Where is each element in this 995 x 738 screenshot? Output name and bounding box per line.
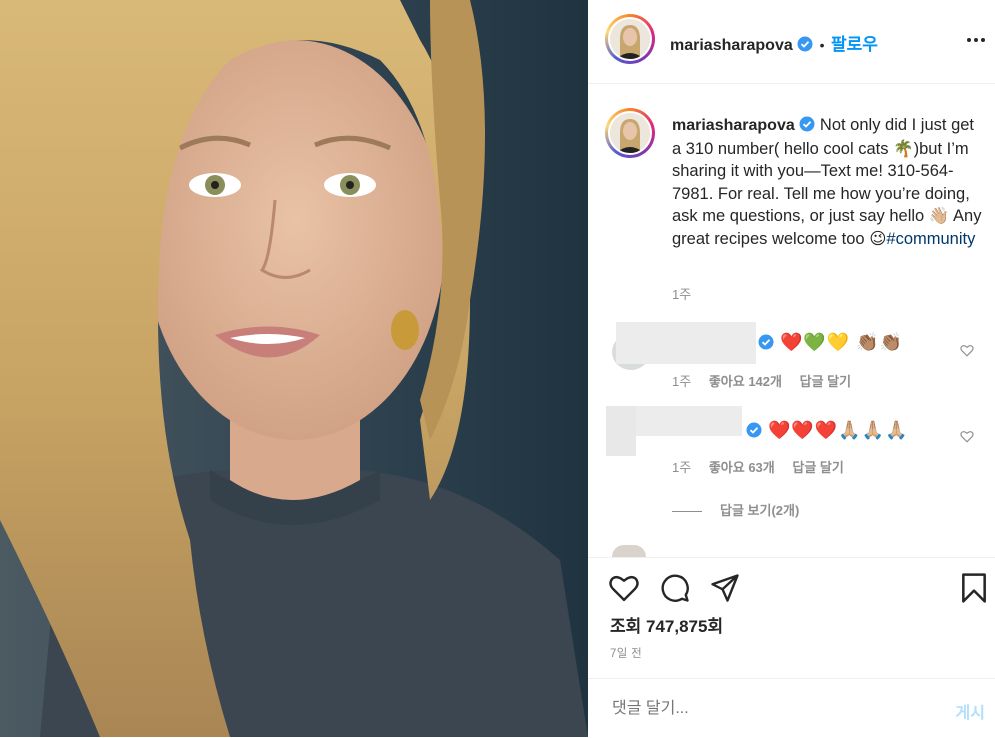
author-avatar[interactable] <box>605 14 655 64</box>
next-comment-avatar-partial <box>612 545 646 557</box>
view-replies-button[interactable]: 답글 보기(2개) <box>672 500 799 519</box>
post-side-panel: mariasharapova • 팔로우 mariasharapova Not … <box>588 0 995 737</box>
header-separator: • <box>819 37 825 53</box>
commenter-avatar-blurred[interactable] <box>606 406 636 456</box>
view-replies-line <box>672 511 702 513</box>
verified-badge-icon <box>758 334 774 350</box>
comment-time[interactable]: 1주 <box>672 374 691 389</box>
follow-button[interactable]: 팔로우 <box>831 35 878 54</box>
more-options-icon[interactable] <box>966 36 986 44</box>
comment-emojis: ❤️❤️❤️🙏🏼🙏🏼🙏🏼 <box>768 420 909 440</box>
add-comment-section: 게시 <box>588 678 995 738</box>
comment-emojis: ❤️💚💛 👏🏽👏🏽 <box>780 332 904 352</box>
like-heart-icon[interactable] <box>609 574 639 602</box>
view-count[interactable]: 조회 747,875회 <box>610 612 723 637</box>
caption-username[interactable]: mariasharapova <box>672 117 795 134</box>
posted-time[interactable]: 7일 전 <box>610 645 642 661</box>
post-comment-button[interactable]: 게시 <box>956 699 985 723</box>
palm-tree-emoji-icon: 🌴 <box>893 139 914 158</box>
hashtag-link[interactable]: #community <box>886 230 975 248</box>
commenter-name-blurred[interactable] <box>616 322 756 364</box>
post-header: mariasharapova • 팔로우 <box>588 0 995 84</box>
comment-input[interactable] <box>610 699 914 719</box>
verified-badge-icon <box>799 116 815 132</box>
commenter-name-blurred[interactable] <box>636 406 742 436</box>
caption-author-avatar[interactable] <box>605 108 655 158</box>
waving-hand-emoji-icon: 👋🏼 <box>928 207 950 225</box>
comment-bubble-icon[interactable] <box>660 573 690 603</box>
comment-likes[interactable]: 좋아요 142개 <box>709 374 782 389</box>
winking-face-emoji-icon: 😉 <box>869 229 887 248</box>
comment-likes[interactable]: 좋아요 63개 <box>709 460 775 475</box>
caption-time[interactable]: 1주 <box>672 284 691 303</box>
share-paper-plane-icon[interactable] <box>710 573 740 603</box>
post-caption: mariasharapova Not only did I just get a… <box>672 114 982 250</box>
verified-badge-icon <box>746 422 762 438</box>
view-replies-label: 답글 보기(2개) <box>720 503 800 518</box>
post-video[interactable] <box>0 0 588 737</box>
verified-badge-icon <box>797 36 813 52</box>
comment-reply-button[interactable]: 답글 달기 <box>800 374 851 389</box>
save-bookmark-icon[interactable] <box>960 572 988 604</box>
avatar-photo-icon <box>610 19 650 59</box>
comment-time[interactable]: 1주 <box>672 460 691 475</box>
comment-like-heart-icon[interactable] <box>960 344 974 357</box>
avatar-photo-icon <box>610 113 650 153</box>
video-frame-image <box>0 0 588 737</box>
author-username[interactable]: mariasharapova <box>670 37 793 54</box>
comment-reply-button[interactable]: 답글 달기 <box>792 460 843 475</box>
comment-like-heart-icon[interactable] <box>960 430 974 443</box>
